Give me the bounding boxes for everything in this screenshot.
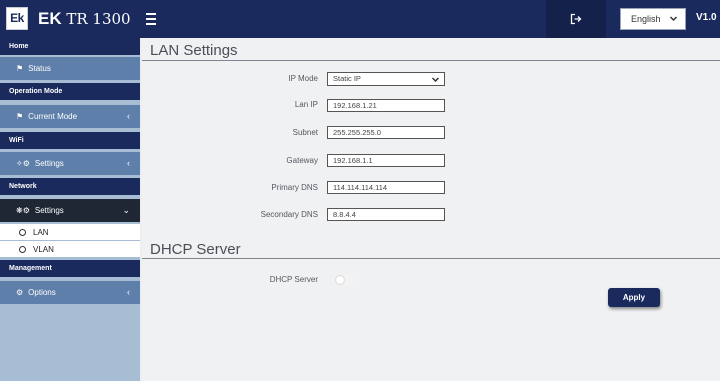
brand-model: TR 1300: [66, 10, 131, 28]
toggle-knob: [336, 276, 344, 284]
gear-icon: ⚙: [16, 288, 24, 297]
sidebar-category-management: Management: [0, 260, 140, 277]
primary-dns-label: Primary DNS: [271, 183, 318, 192]
brand: Ek EK TR 1300: [0, 0, 140, 38]
lan-settings-title: LAN Settings: [150, 42, 238, 59]
chevron-down-icon: ⌄: [122, 205, 130, 215]
brand-name: EK TR 1300: [38, 9, 131, 29]
sidebar-item-status[interactable]: ⚑ Status: [0, 57, 140, 80]
apply-button[interactable]: Apply: [608, 288, 660, 307]
wifi-settings-icon: ✧⚙: [16, 159, 30, 168]
circle-icon: [19, 228, 26, 236]
sidebar-item-label: Settings: [34, 159, 64, 168]
sidebar-item-network-settings[interactable]: ❋⚙ Settings ⌄: [0, 199, 140, 222]
chevron-down-icon: [669, 16, 678, 22]
primary-dns-input[interactable]: 114.114.114.114: [327, 181, 445, 194]
gateway-label: Gateway: [286, 156, 318, 165]
dhcp-server-title: DHCP Server: [150, 241, 241, 258]
gateway-input[interactable]: 192.168.1.1: [327, 154, 445, 167]
logout-icon: [570, 13, 582, 25]
sidebar-category-home: Home: [0, 38, 140, 55]
sidebar-category-network: Network: [0, 178, 140, 195]
sidebar-item-current-mode[interactable]: ⚑ Current Mode ‹: [0, 105, 140, 128]
lan-ip-label: Lan IP: [294, 100, 318, 109]
secondary-dns-label: Secondary DNS: [260, 210, 318, 219]
sidebar-item-label: Status: [28, 64, 51, 73]
network-settings-icon: ❋⚙: [16, 206, 30, 215]
ip-mode-label: IP Mode: [288, 74, 318, 83]
version-label: V1.0: [696, 12, 717, 23]
chevron-left-icon: ‹: [127, 111, 130, 121]
sidebar: Home ⚑ Status Operation Mode ⚑ Current M…: [0, 38, 140, 381]
sidebar-item-wifi-settings[interactable]: ✧⚙ Settings ‹: [0, 152, 140, 175]
sidebar-subitem-label: VLAN: [33, 244, 54, 254]
subnet-input[interactable]: 255.255.255.0: [327, 126, 445, 139]
section-divider: [142, 258, 720, 259]
brand-bold: EK: [38, 9, 62, 28]
section-divider: [142, 60, 720, 61]
sidebar-item-label: Options: [28, 288, 56, 297]
lan-ip-input[interactable]: 192.168.1.21: [327, 99, 445, 112]
flag-icon: ⚑: [16, 112, 24, 121]
sidebar-category-wifi: WiFi: [0, 132, 140, 149]
top-bar: Ek EK TR 1300 English V1.0: [0, 0, 720, 38]
dhcp-server-toggle[interactable]: [335, 275, 353, 285]
sidebar-subitem-label: LAN: [33, 227, 49, 237]
main-content: LAN Settings IP Mode Static IP Lan IP 19…: [142, 38, 720, 381]
chevron-left-icon: ‹: [127, 287, 130, 297]
circle-icon: [19, 245, 26, 253]
dhcp-server-label: DHCP Server: [269, 275, 318, 284]
sidebar-category-operation-mode: Operation Mode: [0, 83, 140, 100]
sidebar-subitem-lan[interactable]: LAN: [0, 224, 140, 240]
sidebar-item-label: Settings: [34, 206, 64, 215]
secondary-dns-input[interactable]: 8.8.4.4: [327, 208, 445, 221]
subnet-label: Subnet: [292, 128, 318, 137]
logout-button[interactable]: [546, 0, 606, 38]
logo: Ek: [6, 7, 28, 30]
home-icon: ⚑: [16, 64, 24, 73]
language-select[interactable]: English: [620, 8, 686, 30]
chevron-down-icon: [431, 77, 440, 83]
chevron-left-icon: ‹: [127, 158, 130, 168]
sidebar-item-label: Current Mode: [28, 112, 78, 121]
ip-mode-value: Static IP: [333, 74, 361, 83]
menu-toggle-icon[interactable]: [146, 10, 160, 26]
language-value: English: [631, 14, 661, 24]
ip-mode-select[interactable]: Static IP: [327, 72, 445, 86]
sidebar-subitem-vlan[interactable]: VLAN: [0, 241, 140, 257]
sidebar-item-options[interactable]: ⚙ Options ‹: [0, 281, 140, 304]
